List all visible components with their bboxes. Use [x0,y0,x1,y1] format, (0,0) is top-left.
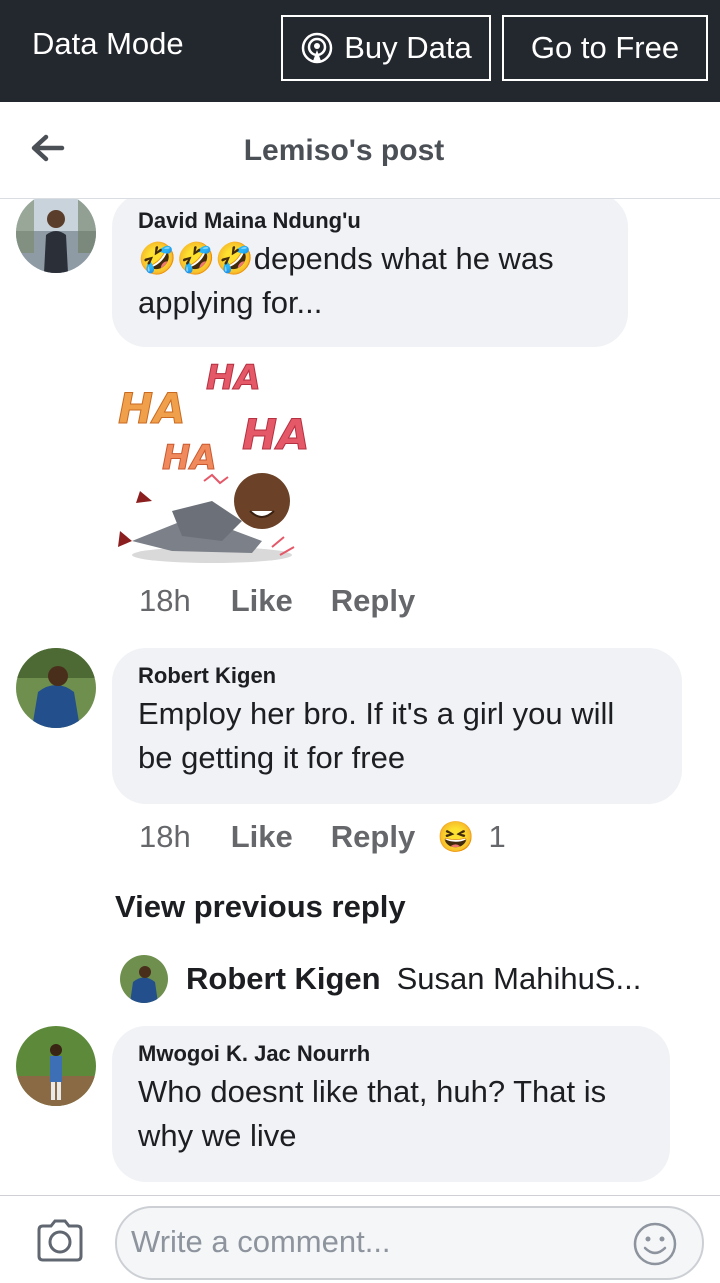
comment-author[interactable]: Robert Kigen [138,662,656,690]
haha-reaction-icon[interactable]: 😆 [437,820,474,855]
comment-text: Employ her bro. If it's a girl you will … [138,696,615,775]
buy-data-label: Buy Data [344,30,472,65]
avatar[interactable] [120,955,168,1003]
avatar[interactable] [16,648,96,728]
like-button[interactable]: Like [231,583,293,619]
comment-composer: Write a comment... [0,1195,720,1283]
go-to-free-button[interactable]: Go to Free [502,15,708,81]
comment-bubble[interactable]: Robert Kigen Employ her bro. If it's a g… [112,648,682,804]
comment-placeholder: Write a comment... [131,1224,391,1259]
comment-actions: 18h Like Reply [139,583,415,619]
comment-actions: 18h Like Reply 😆 1 [139,819,506,855]
camera-icon[interactable] [35,1218,85,1262]
reply-author[interactable]: Robert Kigen [186,961,381,997]
sticker-text: HA [242,410,310,459]
sticker-text: HA [162,438,217,478]
post-header: Lemiso's post [0,102,720,199]
comment-time[interactable]: 18h [139,819,191,855]
like-button[interactable]: Like [231,819,293,855]
data-mode-bar: Data Mode Buy Data Go to Free [0,0,720,102]
smiley-icon[interactable] [632,1221,678,1267]
sticker-text: HA [206,358,261,398]
laughing-sticker[interactable]: HA HA HA HA [112,351,322,569]
reaction-count[interactable]: 1 [489,819,506,855]
laughing-emoji-icon: 🤣🤣🤣 [138,241,254,276]
comment-author[interactable]: Mwogoi K. Jac Nourrh [138,1040,644,1068]
view-previous-reply-link[interactable]: View previous reply [115,889,406,925]
reply-preview[interactable]: Robert Kigen Susan MahihuS... [120,955,641,1003]
reply-text: Susan MahihuS... [396,961,642,996]
data-mode-label: Data Mode [32,26,184,61]
reply-button[interactable]: Reply [331,819,415,855]
comment-bubble[interactable]: Mwogoi K. Jac Nourrh Who doesnt like tha… [112,1026,670,1182]
comment-body: 🤣🤣🤣depends what he was applying for... [138,237,602,325]
broadcast-icon [301,32,333,64]
comment-input[interactable]: Write a comment... [115,1206,704,1280]
avatar[interactable] [16,199,96,273]
comment-author[interactable]: David Maina Ndung'u [138,207,602,235]
avatar[interactable] [16,1026,96,1106]
sticker-text: HA [118,384,186,433]
page-title: Lemiso's post [243,134,445,167]
reply-button[interactable]: Reply [331,583,415,619]
go-to-free-label: Go to Free [530,30,680,65]
comments-feed[interactable]: David Maina Ndung'u 🤣🤣🤣depends what he w… [0,199,720,1195]
comment-text: Who doesnt like that, huh? That is why w… [138,1074,607,1153]
comment-bubble[interactable]: David Maina Ndung'u 🤣🤣🤣depends what he w… [112,199,628,347]
comment-time[interactable]: 18h [139,583,191,619]
buy-data-button[interactable]: Buy Data [281,15,491,81]
